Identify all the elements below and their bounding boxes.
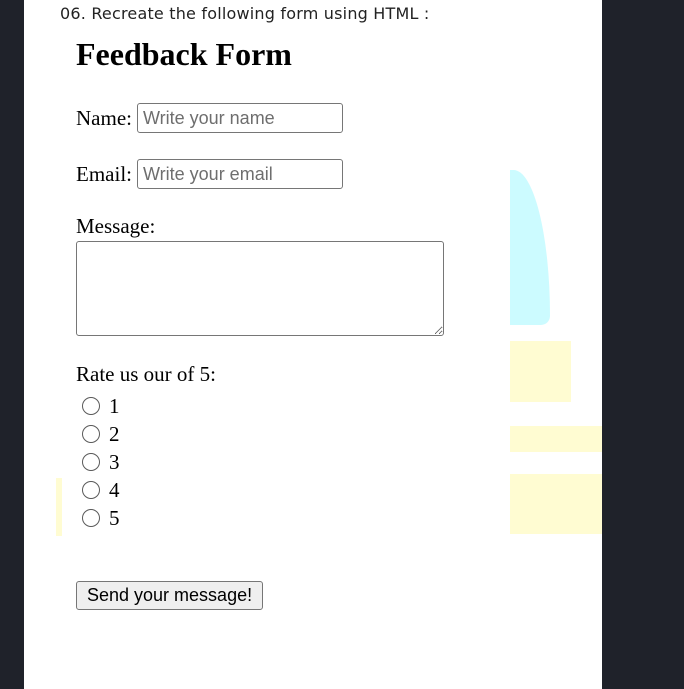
- decorative-shape: [510, 474, 602, 534]
- name-row: Name:: [76, 103, 343, 133]
- message-textarea[interactable]: [76, 241, 444, 336]
- radio-button[interactable]: [82, 397, 100, 415]
- document-page: 06. Recreate the following form using HT…: [24, 0, 602, 689]
- name-label: Name:: [76, 105, 132, 130]
- rating-label: Rate us our of 5:: [76, 362, 216, 386]
- radio-button[interactable]: [82, 453, 100, 471]
- message-label: Message:: [76, 214, 156, 238]
- rating-option-5[interactable]: 5: [82, 504, 120, 532]
- rating-option-label: 3: [109, 449, 120, 474]
- decorative-shape: [56, 478, 62, 536]
- instruction-text: 06. Recreate the following form using HT…: [60, 4, 430, 23]
- rating-option-label: 2: [109, 421, 120, 446]
- rating-option-label: 1: [109, 393, 120, 418]
- email-label: Email:: [76, 161, 132, 186]
- send-message-button[interactable]: Send your message!: [76, 581, 264, 610]
- rating-option-label: 4: [109, 477, 120, 502]
- decorative-shape: [510, 341, 571, 402]
- rating-option-2[interactable]: 2: [82, 420, 120, 448]
- email-row: Email:: [76, 159, 343, 189]
- rating-option-4[interactable]: 4: [82, 476, 120, 504]
- rating-options: 1 2 3 4 5: [82, 392, 120, 532]
- radio-button[interactable]: [82, 425, 100, 443]
- rating-option-label: 5: [109, 505, 120, 530]
- radio-button[interactable]: [82, 509, 100, 527]
- email-input[interactable]: [137, 159, 343, 189]
- radio-button[interactable]: [82, 481, 100, 499]
- name-input[interactable]: [136, 103, 343, 133]
- decorative-shape: [510, 426, 602, 452]
- decorative-shape: [510, 170, 550, 325]
- form-title: Feedback Form: [76, 36, 292, 72]
- rating-option-1[interactable]: 1: [82, 392, 120, 420]
- rating-option-3[interactable]: 3: [82, 448, 120, 476]
